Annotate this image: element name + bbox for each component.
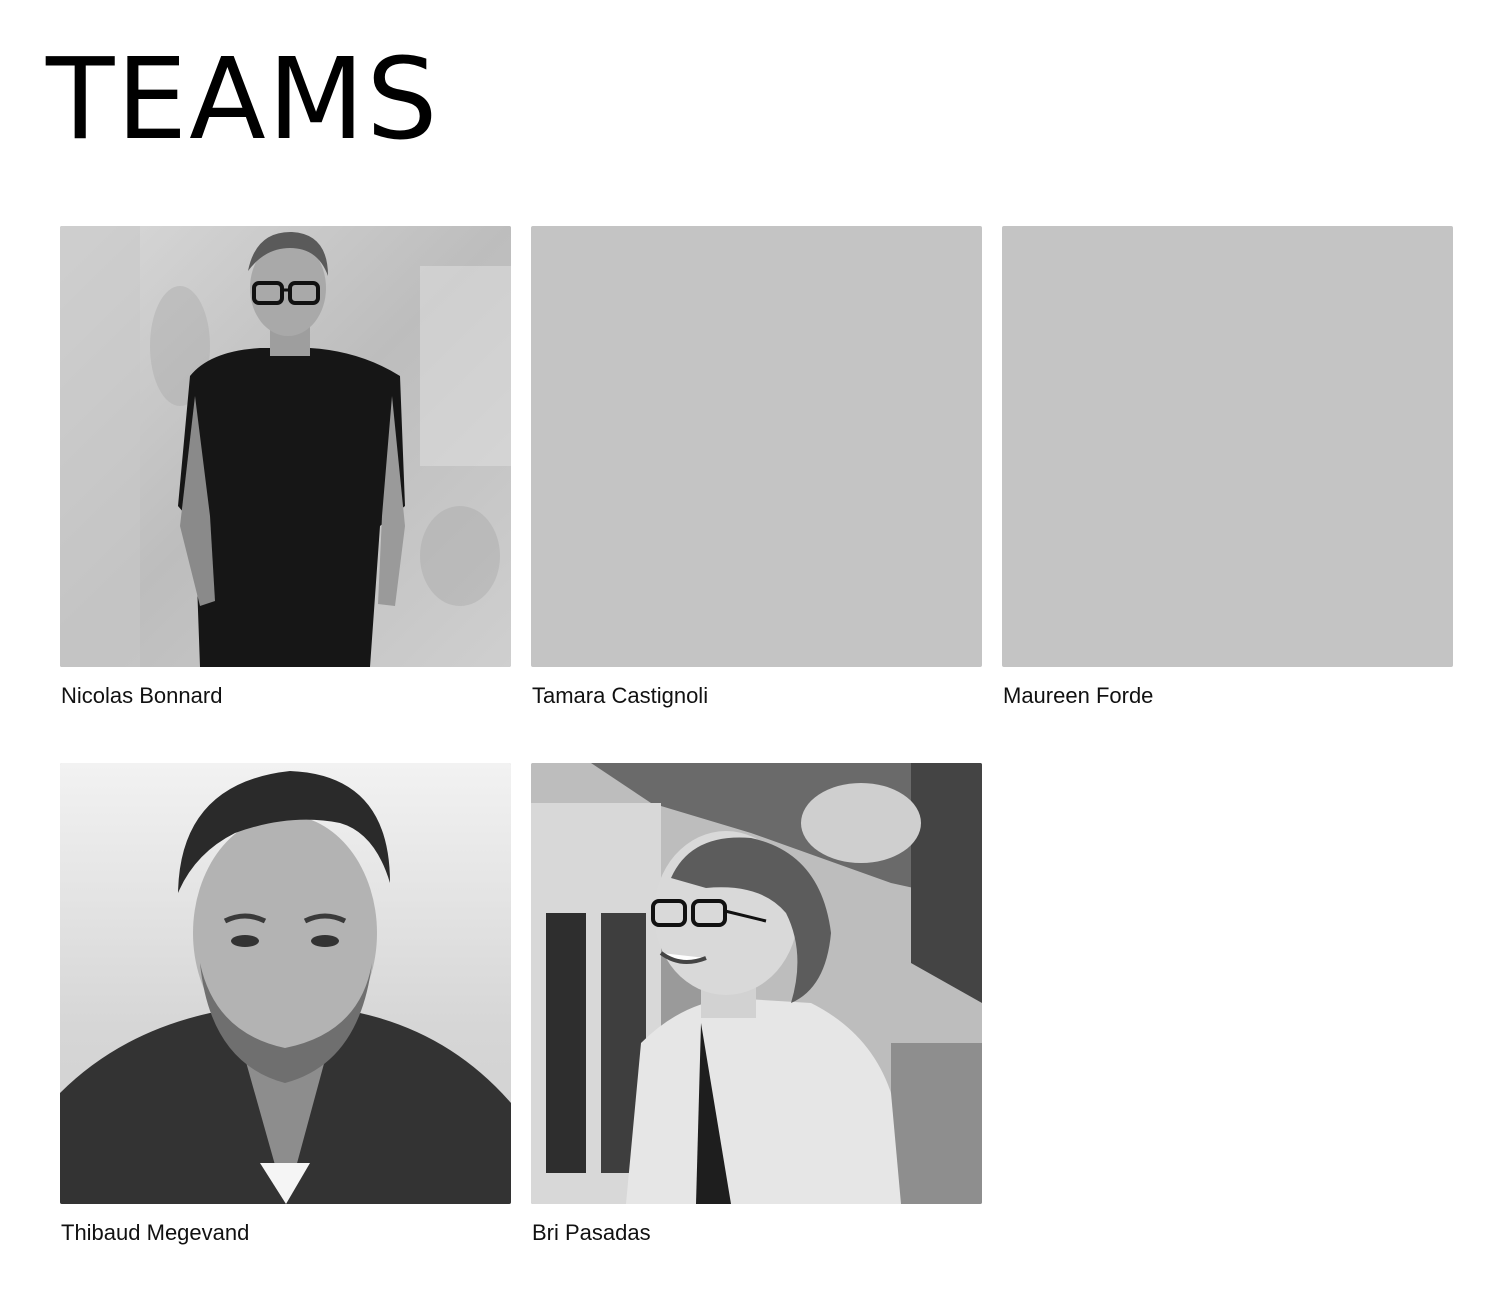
- portrait-photo: [531, 763, 982, 1204]
- member-name: Bri Pasadas: [532, 1220, 651, 1245]
- member-photo: [531, 763, 982, 1204]
- team-member-card[interactable]: Thibaud Megevand: [60, 763, 511, 1246]
- team-member-card[interactable]: Tamara Castignoli: [531, 226, 982, 709]
- member-photo-placeholder: [531, 226, 982, 667]
- team-member-card[interactable]: Bri Pasadas: [531, 763, 982, 1246]
- member-name: Thibaud Megevand: [61, 1220, 250, 1245]
- member-name: Nicolas Bonnard: [61, 683, 223, 708]
- member-photo-placeholder: [1002, 226, 1453, 667]
- member-name: Tamara Castignoli: [532, 683, 709, 708]
- member-photo: [60, 226, 511, 667]
- team-grid: Nicolas Bonnard Tamara Castignoli Mauree…: [60, 226, 1453, 1246]
- member-photo: [60, 763, 511, 1204]
- team-member-card[interactable]: Nicolas Bonnard: [60, 226, 511, 709]
- portrait-photo: [60, 226, 511, 667]
- portrait-photo: [60, 763, 511, 1204]
- page-title: TEAMS: [46, 35, 440, 165]
- team-member-card[interactable]: Maureen Forde: [1002, 226, 1453, 709]
- page: TEAMS Nicolas Bonnard Tamara Castignoli …: [0, 0, 1512, 1302]
- member-name: Maureen Forde: [1003, 683, 1154, 708]
